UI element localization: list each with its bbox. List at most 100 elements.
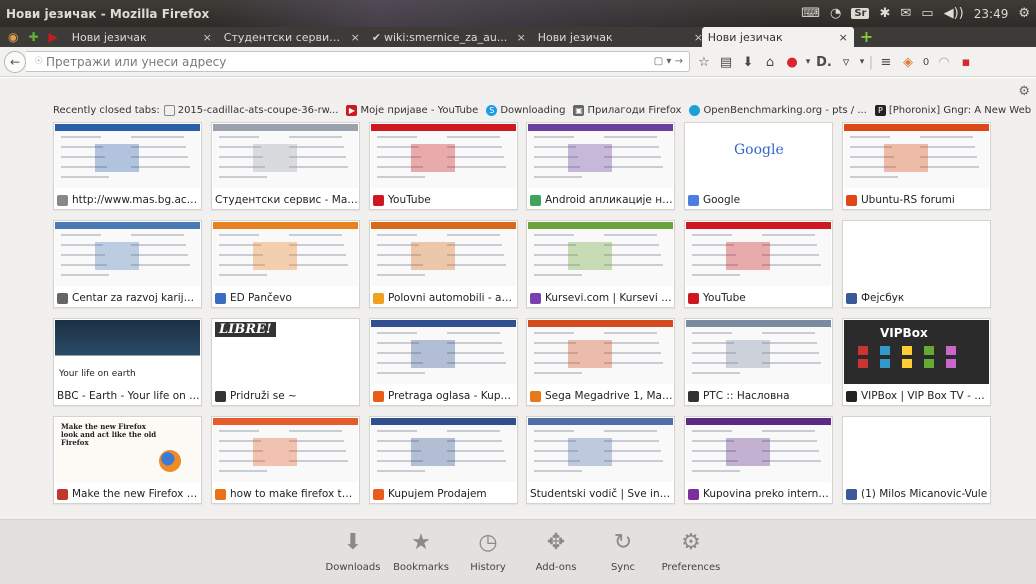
home-icon[interactable]: ⌂	[759, 55, 781, 70]
bookmark-star-icon[interactable]: ☆	[693, 55, 715, 70]
tile-caption: Pretraga oglasa - Kupujem ...	[373, 388, 516, 404]
pinned-tab-icon[interactable]: ◉	[8, 30, 18, 44]
top-site-tile[interactable]: VIPBox VIPBox | VIP Box TV - VIP Li...	[842, 318, 991, 406]
wifi-icon[interactable]: ◔	[830, 6, 841, 21]
download-icon[interactable]: ⬇	[737, 55, 759, 70]
bookmarks-button[interactable]: ★ Bookmarks	[386, 528, 456, 573]
tab[interactable]: ✔ wiki:smernice_za_au... ×	[366, 27, 532, 47]
close-icon[interactable]: ×	[203, 31, 212, 44]
tab[interactable]: Нови језичак	[532, 27, 682, 47]
tab-label: wiki:smernice_za_au...	[384, 30, 508, 44]
top-site-tile[interactable]: YouTube	[369, 122, 518, 210]
chevron-down-icon[interactable]: ▾	[857, 57, 867, 67]
top-site-tile[interactable]: Studentski vodič | Sve informa...	[526, 416, 675, 504]
pocket-icon[interactable]: ▿	[835, 55, 857, 70]
firefox-logo	[159, 450, 181, 472]
history-button[interactable]: ◷ History	[453, 528, 523, 573]
language-indicator[interactable]: Sr	[851, 8, 870, 19]
tile-title: Polovni automobili - auto o...	[388, 292, 516, 304]
top-site-tile[interactable]: Kupovina preko interneta –...	[684, 416, 833, 504]
top-site-tile[interactable]: Centar za razvoj karijere i s...	[53, 220, 202, 308]
top-site-tile[interactable]: Sega Megadrive 1, Master S...	[526, 318, 675, 406]
youtube-icon[interactable]: ▶	[49, 30, 58, 44]
recent-item-label: OpenBenchmarking.org - pts / ...	[703, 105, 867, 116]
top-site-tile[interactable]: Pretraga oglasa - Kupujem ...	[369, 318, 518, 406]
settings-icon[interactable]: ⚙	[1018, 6, 1030, 21]
recent-item[interactable]: OpenBenchmarking.org - pts / ...	[689, 105, 867, 116]
site-thumbnail	[844, 418, 989, 482]
top-site-tile[interactable]: YouTube	[684, 220, 833, 308]
top-site-tile[interactable]: Android апликације на Go...	[526, 122, 675, 210]
close-icon[interactable]: ×	[351, 31, 360, 44]
top-site-tile[interactable]: РТС :: Насловна	[684, 318, 833, 406]
launcher-bar: ⬇ Downloads ★ Bookmarks ◷ History ✥ Add-…	[0, 519, 1036, 584]
tab[interactable]: Нови језичак ×	[66, 27, 218, 47]
favicon-icon	[373, 194, 384, 206]
battery-icon[interactable]: ▭	[921, 6, 933, 21]
tile-caption: Ubuntu-RS forumi	[846, 192, 989, 208]
d-icon[interactable]: D.	[813, 55, 835, 70]
close-icon[interactable]: ×	[839, 31, 848, 44]
chevron-down-icon[interactable]: ▾	[803, 57, 813, 67]
thumbnail-line	[762, 342, 817, 344]
identity-icon[interactable]: ☉	[34, 56, 43, 67]
addon-icon[interactable]: ●	[781, 55, 803, 70]
volume-icon[interactable]: ◀))	[944, 6, 964, 21]
site-thumbnail: VIPBox	[844, 320, 989, 384]
top-site-tile[interactable]: (1) Milos Micanovic-Vule	[842, 416, 991, 504]
favicon-icon	[530, 390, 541, 402]
tile-caption: how to make firefox tabs li...	[215, 486, 358, 502]
top-site-tile[interactable]: Kursevi.com | Kursevi jezik...	[526, 220, 675, 308]
pinned-tab-icon[interactable]: ✚	[28, 30, 38, 44]
top-site-tile[interactable]: Polovni automobili - auto o...	[369, 220, 518, 308]
reading-list-icon[interactable]: ▤	[715, 55, 737, 70]
recent-item[interactable]: ▣ Прилагоди Firefox	[573, 105, 681, 116]
clock[interactable]: 23:49	[974, 7, 1009, 21]
recent-item[interactable]: P[Phoronix] Gngr: A New Web B...	[874, 105, 1033, 116]
keyboard-icon[interactable]: ⌨	[801, 6, 820, 21]
addons-button[interactable]: ✥ Add-ons	[521, 528, 591, 573]
recent-item[interactable]: ▶ Моје пријаве - YouTube	[346, 105, 478, 116]
thumbnail-line	[377, 136, 417, 138]
top-site-tile[interactable]: Kupujem Prodajem	[369, 416, 518, 504]
url-input[interactable]	[45, 54, 654, 69]
thumbnail-image	[568, 144, 612, 172]
top-site-tile[interactable]: Студентски сервис - Машинс...	[211, 122, 360, 210]
tab[interactable]: Студентски сервис - М... ×	[218, 27, 366, 47]
skype-icon: S	[486, 105, 498, 116]
preferences-button[interactable]: ⚙ Preferences	[656, 528, 726, 573]
thumbnail-line	[692, 430, 732, 432]
top-site-tile[interactable]: ED Pančevo	[211, 220, 360, 308]
url-dropdown-icon[interactable]: ▢ ▾ →	[654, 56, 689, 67]
top-site-tile[interactable]: Make the new Firefox look and act like t…	[53, 416, 202, 504]
top-site-tile[interactable]: http://www.mas.bg.ac.rs/st...	[53, 122, 202, 210]
top-site-tile[interactable]: Ubuntu-RS forumi	[842, 122, 991, 210]
gear-icon[interactable]: ⚙	[1018, 84, 1030, 99]
top-site-tile[interactable]: LIBRE! Pridruži se ~	[211, 318, 360, 406]
site-thumbnail	[528, 222, 673, 286]
pocket-save-icon[interactable]: ▪	[955, 55, 977, 70]
top-site-tile[interactable]: Your life on earth BBC - Earth - Your lif…	[53, 318, 202, 406]
recent-item[interactable]: S Downloading	[486, 105, 565, 116]
back-button[interactable]: ←	[4, 50, 26, 73]
thumbnail-line	[219, 274, 267, 276]
back-arrow-icon: ←	[9, 54, 21, 69]
thumbnail-image	[568, 438, 612, 466]
firefox-addon-icon[interactable]: ◈	[897, 55, 919, 70]
sync-button[interactable]: ↻ Sync	[588, 528, 658, 573]
rss-icon[interactable]: ◠	[933, 55, 955, 70]
new-tab-button[interactable]: +	[854, 27, 879, 47]
top-site-tile[interactable]: Google Google	[684, 122, 833, 210]
tab[interactable]: ×	[682, 27, 703, 47]
top-site-tile[interactable]: how to make firefox tabs li...	[211, 416, 360, 504]
tab-active[interactable]: Нови језичак ×	[701, 27, 854, 47]
menu-icon[interactable]: ≡	[875, 55, 897, 70]
thumbnail-line	[447, 166, 506, 168]
bluetooth-icon[interactable]: ✱	[879, 6, 890, 21]
mail-icon[interactable]: ✉	[900, 6, 911, 21]
recent-item[interactable]: 2015-cadillac-ats-coupe-36-rw...	[163, 105, 338, 116]
downloads-button[interactable]: ⬇ Downloads	[318, 528, 388, 573]
top-site-tile[interactable]: Фејсбук	[842, 220, 991, 308]
thumbnail-line	[289, 146, 344, 148]
close-icon[interactable]: ×	[517, 31, 526, 44]
